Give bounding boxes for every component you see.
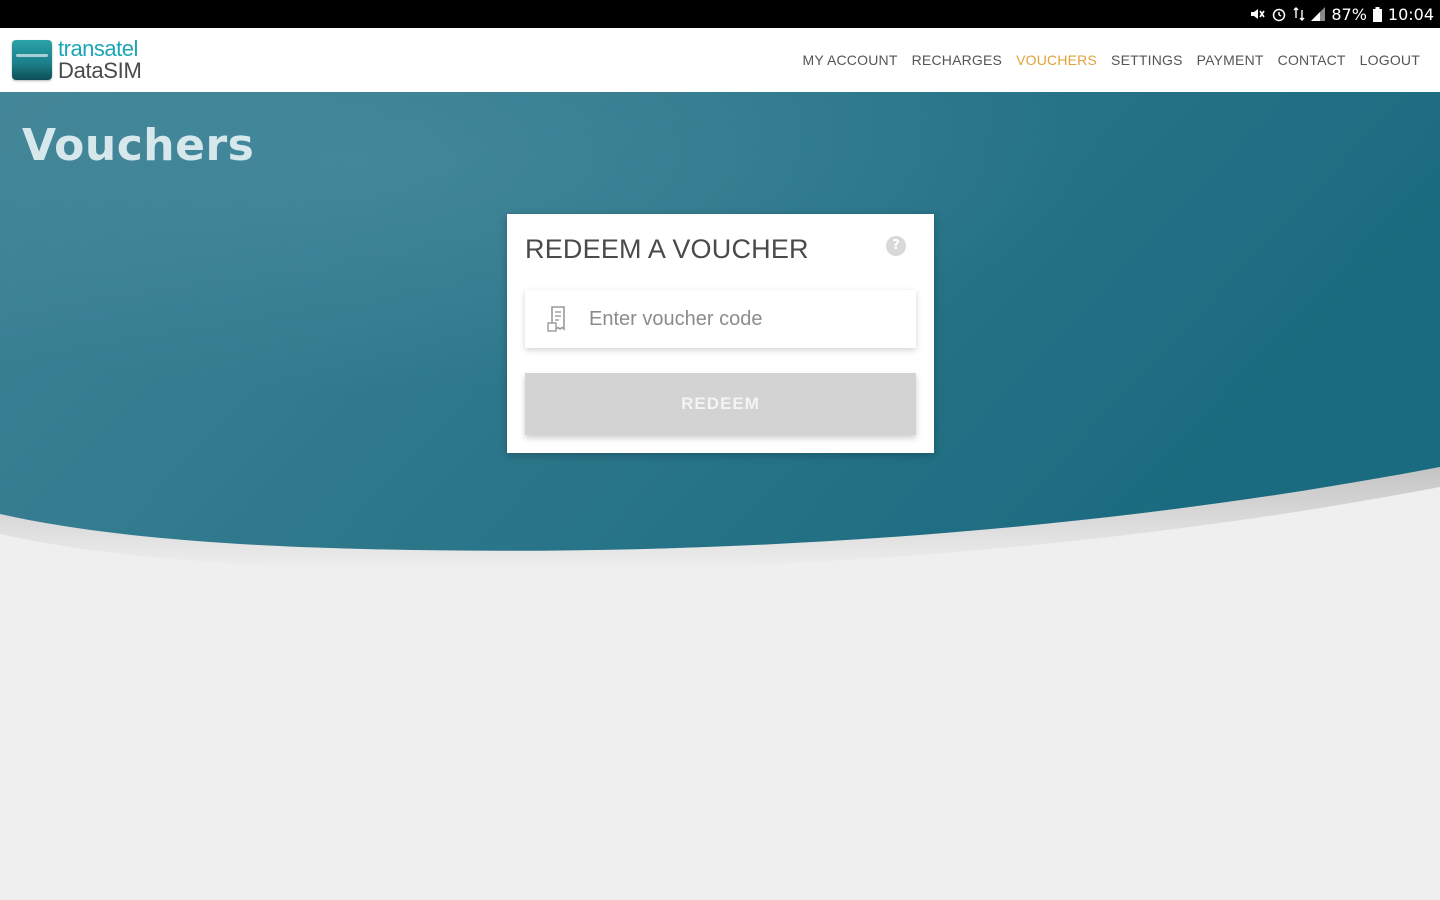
clock: 10:04 bbox=[1387, 4, 1434, 24]
logo-brand: transatel bbox=[58, 36, 138, 61]
status-bar: 87% 10:04 bbox=[0, 0, 1440, 28]
card-title: REDEEM A VOUCHER bbox=[525, 234, 809, 264]
logo-text: transatel DataSIM bbox=[58, 36, 142, 83]
nav-recharges[interactable]: RECHARGES bbox=[912, 52, 1002, 68]
alarm-icon bbox=[1271, 6, 1287, 22]
nav-logout[interactable]: LOGOUT bbox=[1360, 52, 1420, 68]
page-title: Vouchers bbox=[22, 120, 255, 171]
nav-vouchers[interactable]: VOUCHERS bbox=[1016, 52, 1097, 68]
battery-icon bbox=[1372, 6, 1382, 22]
help-icon[interactable]: ? bbox=[886, 236, 906, 256]
battery-percent: 87% bbox=[1331, 4, 1367, 24]
voucher-code-input[interactable] bbox=[587, 298, 916, 340]
nav-my-account[interactable]: MY ACCOUNT bbox=[803, 52, 898, 68]
nav-contact[interactable]: CONTACT bbox=[1278, 52, 1346, 68]
redeem-voucher-card: REDEEM A VOUCHER ? REDEEM bbox=[507, 214, 934, 453]
main-nav: MY ACCOUNT RECHARGES VOUCHERS SETTINGS P… bbox=[789, 28, 1421, 92]
receipt-icon bbox=[547, 306, 565, 332]
app-header: transatel DataSIM MY ACCOUNT RECHARGES V… bbox=[0, 28, 1440, 92]
mute-icon bbox=[1249, 6, 1265, 22]
data-icon bbox=[1293, 6, 1305, 22]
sim-card-icon bbox=[12, 40, 52, 80]
nav-settings[interactable]: SETTINGS bbox=[1111, 52, 1183, 68]
redeem-button[interactable]: REDEEM bbox=[525, 373, 916, 435]
transatel-logo[interactable]: transatel DataSIM bbox=[12, 36, 142, 83]
logo-product: DataSIM bbox=[58, 58, 142, 83]
signal-icon bbox=[1311, 7, 1326, 21]
voucher-code-field[interactable] bbox=[525, 290, 916, 348]
nav-payment[interactable]: PAYMENT bbox=[1197, 52, 1264, 68]
